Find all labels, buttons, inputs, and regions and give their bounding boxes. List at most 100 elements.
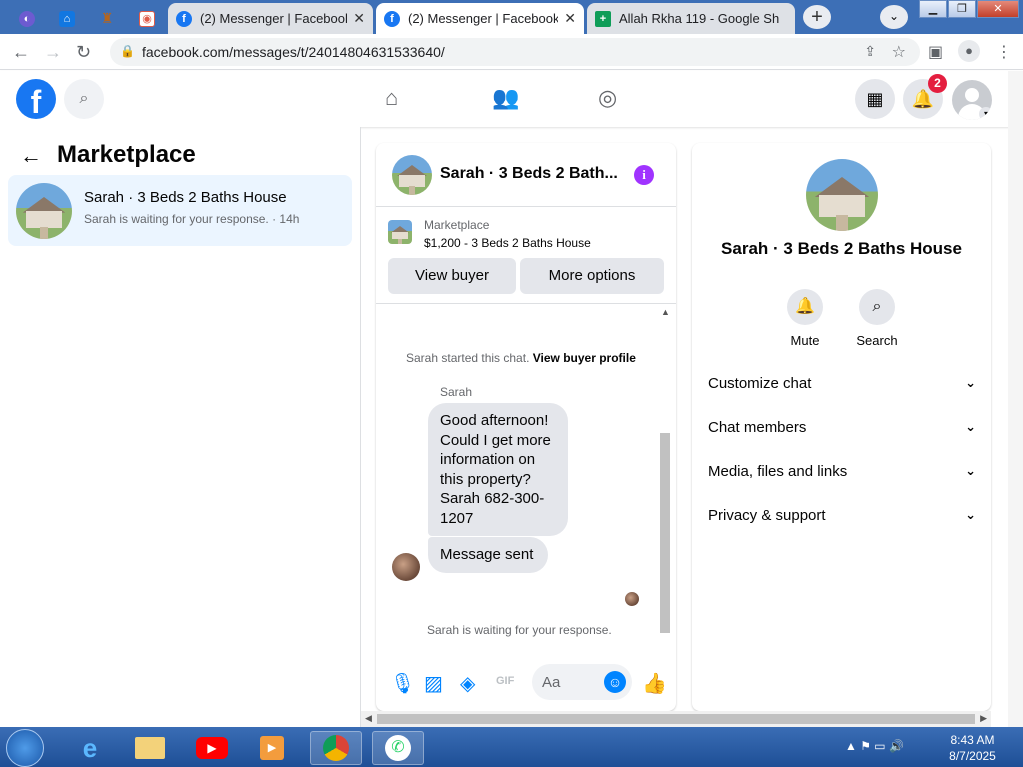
listing-thumbnail[interactable] xyxy=(388,220,412,244)
scroll-up-icon[interactable]: ▲ xyxy=(661,307,670,317)
share-icon[interactable]: ⇪ xyxy=(864,43,876,60)
photo-icon[interactable]: ▨ xyxy=(424,671,443,696)
tab-google-sheets[interactable]: + Allah Rkha 119 - Google Sh xyxy=(587,3,795,34)
windows-taskbar: e ▶ ▶ ✆ ▲ ⚑ ▭ 🔊 8:43 AM 8/7/2025 xyxy=(0,727,1023,767)
browser-menu-icon[interactable]: ⋮ xyxy=(996,42,1012,62)
message-bubble: Message sent xyxy=(428,537,548,573)
whatsapp-icon[interactable]: ✆ xyxy=(372,731,424,765)
system-tray-icons[interactable]: ▲ ⚑ ▭ 🔊 xyxy=(845,739,904,753)
chevron-down-icon: ⌄ xyxy=(965,375,976,390)
internet-explorer-icon[interactable]: e xyxy=(64,731,116,765)
browser-toolbar: ← → ↻ 🔒 facebook.com/messages/t/24014804… xyxy=(0,34,1023,70)
conversation-info-panel: Sarah · 3 Beds 2 Baths House 🔔 Mute ⌕ Se… xyxy=(692,143,991,711)
groups-icon[interactable]: ◎ xyxy=(598,85,617,111)
chat-started-text: Sarah started this chat. xyxy=(406,351,530,365)
side-panel-icon[interactable]: ▣ xyxy=(928,42,943,62)
thumbs-up-icon[interactable]: 👍 xyxy=(642,671,667,696)
pinned-tab-4[interactable]: ◉ xyxy=(128,3,166,34)
back-arrow-icon[interactable]: ← xyxy=(20,143,42,169)
tab-messenger-2[interactable]: f (2) Messenger | Facebook ✕ xyxy=(376,3,584,34)
tab-title: Allah Rkha 119 - Google Sh xyxy=(619,11,780,26)
media-player-icon[interactable]: ▶ xyxy=(246,731,298,765)
minimize-icon[interactable]: ▁ xyxy=(919,0,947,18)
info-title: Sarah · 3 Beds 2 Baths House xyxy=(721,239,962,258)
customize-chat-section[interactable]: Customize chat ⌄ xyxy=(708,375,976,399)
gif-icon[interactable]: GIF xyxy=(496,675,514,687)
scroll-thumb[interactable] xyxy=(377,714,975,724)
section-label: Media, files and links xyxy=(708,463,848,480)
back-arrow-icon[interactable]: ← xyxy=(12,42,30,63)
scroll-thumb[interactable] xyxy=(660,433,670,633)
bookmark-star-icon[interactable]: ☆ xyxy=(892,42,906,62)
file-explorer-icon[interactable] xyxy=(124,731,176,765)
lock-icon[interactable]: 🔒 xyxy=(120,44,135,58)
search-icon[interactable]: ⌕ xyxy=(859,289,895,325)
view-buyer-button[interactable]: View buyer xyxy=(388,258,516,294)
tab-search-button[interactable]: ⌄ xyxy=(880,5,908,29)
emoji-icon[interactable]: ☺ xyxy=(604,671,626,693)
scroll-left-icon[interactable]: ◀ xyxy=(365,713,372,724)
chat-avatar[interactable] xyxy=(392,155,432,195)
clock[interactable]: 8:43 AM 8/7/2025 xyxy=(930,732,1015,764)
start-button[interactable] xyxy=(6,729,44,767)
more-options-button[interactable]: More options xyxy=(520,258,664,294)
microphone-icon[interactable]: 🎙 xyxy=(390,671,415,696)
conversation-preview: Sarah is waiting for your response. · 14… xyxy=(84,212,300,226)
listing-photo[interactable] xyxy=(806,159,878,231)
window-controls: ▁ ❐ ✕ xyxy=(918,0,1019,18)
zillow-icon: ⌂ xyxy=(59,10,75,27)
reload-icon[interactable]: ↻ xyxy=(76,42,91,63)
chevron-down-icon: ▾ xyxy=(979,107,992,120)
youtube-icon[interactable]: ▶ xyxy=(186,731,238,765)
chrome-icon[interactable] xyxy=(310,731,362,765)
sticker-icon[interactable]: ◈ xyxy=(460,671,475,696)
profile-icon[interactable]: ● xyxy=(958,40,980,62)
message-bubble: Good afternoon! Could I get more informa… xyxy=(428,403,568,536)
facebook-icon: f xyxy=(384,10,400,27)
facebook-logo-icon[interactable]: f xyxy=(16,79,56,120)
maximize-icon[interactable]: ❐ xyxy=(948,0,976,18)
chat-title[interactable]: Sarah · 3 Beds 2 Bath... xyxy=(440,165,618,183)
search-icon[interactable]: ⌕ xyxy=(64,79,104,119)
message-input[interactable]: Aa ☺ xyxy=(532,664,632,700)
media-files-section[interactable]: Media, files and links ⌄ xyxy=(708,463,976,487)
message-scrollbar[interactable]: ▲ xyxy=(658,305,672,651)
chevron-down-icon: ⌄ xyxy=(965,463,976,478)
listing-title[interactable]: $1,200 - 3 Beds 2 Baths House xyxy=(424,236,591,250)
sender-avatar[interactable] xyxy=(392,553,420,581)
pinned-tab-1[interactable]: ◐ xyxy=(8,3,46,34)
bell-icon[interactable]: 🔔 xyxy=(787,289,823,325)
menu-grid-icon[interactable]: ▦ xyxy=(855,79,895,119)
scroll-right-icon[interactable]: ▶ xyxy=(980,713,987,724)
forward-arrow-icon[interactable]: → xyxy=(44,42,62,63)
close-window-icon[interactable]: ✕ xyxy=(977,0,1019,18)
notification-badge: 2 xyxy=(928,74,947,93)
waiting-notice: Sarah is waiting for your response. xyxy=(427,623,612,637)
view-buyer-profile-link[interactable]: View buyer profile xyxy=(533,351,636,365)
tab-title: (2) Messenger | Facebook xyxy=(200,11,348,26)
tab-messenger-1[interactable]: f (2) Messenger | Facebook ✕ xyxy=(168,3,373,34)
info-icon[interactable]: i xyxy=(634,165,654,185)
conversation-item[interactable]: Sarah · 3 Beds 2 Baths House Sarah is wa… xyxy=(8,175,352,246)
chat-header[interactable]: Sarah · 3 Beds 2 Bath... i xyxy=(376,143,676,207)
close-tab-icon[interactable]: ✕ xyxy=(353,10,365,27)
close-tab-icon[interactable]: ✕ xyxy=(564,10,576,27)
search-action[interactable]: ⌕ Search xyxy=(847,289,907,348)
conversation-name: Sarah · 3 Beds 2 Baths House xyxy=(84,189,287,206)
page-scrollbar[interactable] xyxy=(1008,71,1023,727)
new-tab-button[interactable]: + xyxy=(803,5,831,29)
page-title: Marketplace xyxy=(57,141,196,168)
browser-tab-strip: ◐ ⌂ ♜ ◉ f (2) Messenger | Facebook ✕ f (… xyxy=(0,0,1023,34)
privacy-support-section[interactable]: Privacy & support ⌄ xyxy=(708,507,976,531)
account-avatar[interactable]: ▾ xyxy=(952,80,992,120)
horizontal-scrollbar[interactable]: ◀ ▶ xyxy=(361,711,991,727)
mute-action[interactable]: 🔔 Mute xyxy=(775,289,835,348)
address-bar[interactable]: 🔒 facebook.com/messages/t/24014804631533… xyxy=(110,38,920,66)
chat-members-section[interactable]: Chat members ⌄ xyxy=(708,419,976,443)
home-icon[interactable]: ⌂ xyxy=(385,85,398,111)
url-text[interactable]: facebook.com/messages/t/2401480463153364… xyxy=(142,44,445,60)
pinned-tab-3[interactable]: ♜ xyxy=(88,3,126,34)
pinned-tab-2[interactable]: ⌂ xyxy=(48,3,86,34)
message-composer: 🎙 ▨ ◈ GIF Aa ☺ 👍 xyxy=(376,661,676,705)
friends-icon[interactable]: 👥 xyxy=(492,85,519,111)
